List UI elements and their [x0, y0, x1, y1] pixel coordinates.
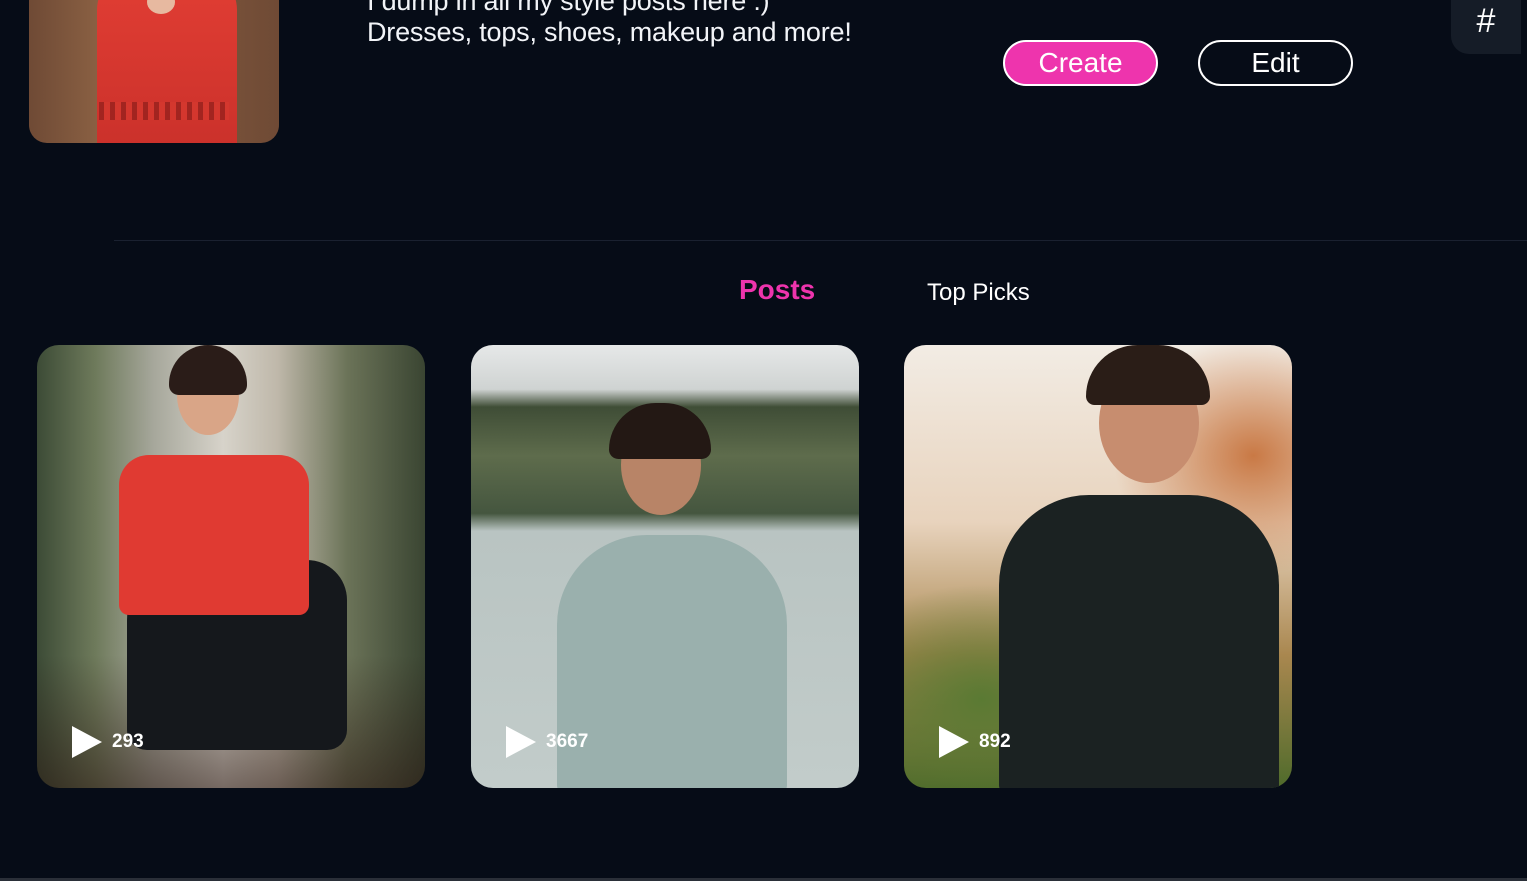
- post-view-count: 293: [112, 731, 144, 752]
- play-icon: [72, 726, 102, 758]
- edit-button[interactable]: Edit: [1198, 40, 1353, 86]
- bio-line-2: Dresses, tops, shoes, makeup and more!: [367, 17, 852, 47]
- profile-bio: I dump in all my style posts here :) Dre…: [367, 0, 852, 48]
- tab-posts[interactable]: Posts: [739, 274, 815, 306]
- section-divider: [114, 240, 1527, 241]
- post-view-count: 3667: [546, 731, 589, 752]
- post-photo-figure: [609, 403, 711, 459]
- hashtag-button[interactable]: #: [1451, 0, 1521, 54]
- play-icon: [939, 726, 969, 758]
- post-card[interactable]: 892: [904, 345, 1292, 788]
- post-play-overlay[interactable]: 293: [72, 726, 144, 758]
- post-photo-figure: [119, 455, 309, 615]
- create-button[interactable]: Create: [1003, 40, 1158, 86]
- post-photo-figure: [169, 345, 247, 395]
- post-play-overlay[interactable]: 3667: [506, 726, 588, 758]
- profile-avatar: [29, 0, 279, 143]
- tab-top-picks[interactable]: Top Picks: [927, 279, 1030, 307]
- post-play-overlay[interactable]: 892: [939, 726, 1011, 758]
- post-card[interactable]: 3667: [471, 345, 859, 788]
- post-card[interactable]: 293: [37, 345, 425, 788]
- post-photo-figure: [1086, 345, 1210, 405]
- play-icon: [506, 726, 536, 758]
- avatar-shirt: [97, 0, 237, 143]
- post-photo-figure: [999, 495, 1279, 788]
- profile-page: I dump in all my style posts here :) Dre…: [0, 0, 1527, 881]
- avatar-shirt-pattern: [99, 102, 229, 120]
- bio-line-1: I dump in all my style posts here :): [367, 0, 770, 16]
- hashtag-icon: #: [1476, 1, 1496, 40]
- post-view-count: 892: [979, 731, 1011, 752]
- post-photo-figure: [557, 535, 787, 788]
